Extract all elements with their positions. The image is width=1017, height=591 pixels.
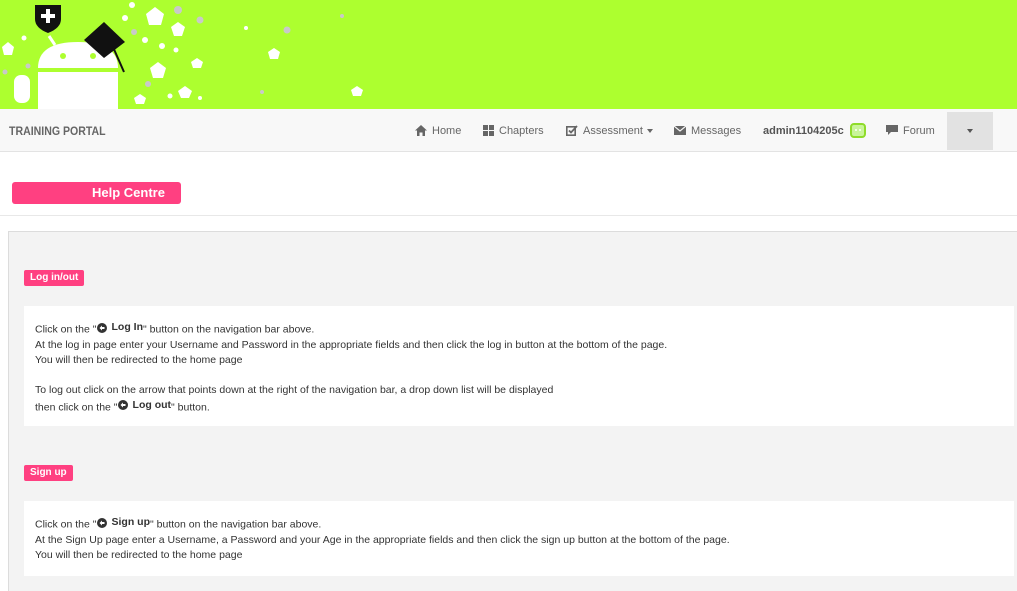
- android-graduate-icon: [14, 22, 125, 109]
- login-line-4: To log out click on the arrow that point…: [35, 383, 554, 396]
- login-line-3: You will then be redirected to the home …: [35, 353, 243, 366]
- nav-home[interactable]: Home: [415, 109, 461, 152]
- signup-button-ref: Sign up: [96, 515, 151, 530]
- nav-forum-label: Forum: [903, 124, 935, 137]
- chapters-grid-icon: [483, 125, 494, 136]
- signup-button-ref-label: Sign up: [111, 516, 151, 528]
- nav-forum[interactable]: Forum: [886, 109, 935, 152]
- nav-messages-label: Messages: [691, 124, 742, 137]
- nav-chapters[interactable]: Chapters: [483, 109, 544, 152]
- logout-button-ref-label: Log out: [132, 398, 172, 411]
- login-button-ref-label: Log In: [111, 321, 144, 333]
- chevron-down-icon: [967, 129, 973, 133]
- assessment-check-icon: [566, 125, 578, 136]
- login-button-ref: Log In: [96, 320, 144, 335]
- login-line-5: then click on the " Log out " button.: [35, 398, 1014, 416]
- login-line-1-pre: Click on the ": [35, 323, 97, 336]
- chevron-down-icon: [646, 128, 653, 133]
- home-icon: [415, 125, 427, 136]
- nav-messages[interactable]: Messages: [674, 109, 741, 152]
- nav-home-label: Home: [432, 124, 462, 137]
- banner-art: [2, 2, 363, 109]
- circle-arrow-icon: [96, 322, 107, 333]
- logout-button-ref: Log out: [117, 398, 172, 413]
- page-title: Help Centre: [12, 182, 181, 204]
- header-banner: [0, 0, 1017, 109]
- signup-card: Click on the " Sign up " button on the nav…: [24, 501, 1014, 576]
- signup-line-3: You will then be redirected to the home …: [35, 548, 243, 561]
- login-line-1-post: " button on the navigation bar above.: [143, 323, 315, 336]
- login-line-2: At the log in page enter your Username a…: [35, 338, 668, 351]
- nav-assessment-label: Assessment: [583, 124, 643, 137]
- nav-user[interactable]: admin1104205c: [763, 109, 866, 152]
- login-line-5-post: " button.: [171, 401, 210, 413]
- login-line-5-pre: then click on the ": [35, 401, 118, 413]
- user-badge-icon: [849, 123, 866, 138]
- signup-line-2: At the Sign Up page enter a Username, a …: [35, 533, 730, 546]
- circle-arrow-icon: [96, 517, 107, 528]
- circle-arrow-icon: [117, 400, 128, 410]
- login-line-1: Click on the " Log In " button on the navi…: [35, 320, 1014, 338]
- login-card: Click on the " Log In " button on the navi…: [24, 306, 1014, 426]
- section-tag-signup: Sign up: [24, 465, 73, 481]
- nav-chapters-label: Chapters: [499, 124, 544, 137]
- nav-assessment[interactable]: Assessment: [566, 109, 653, 152]
- title-divider: [0, 215, 1017, 216]
- signup-line-1: Click on the " Sign up " button on the nav…: [35, 515, 1014, 533]
- nav-dropdown-toggle[interactable]: [947, 112, 993, 150]
- brand-title[interactable]: TRAINING PORTAL: [9, 124, 106, 138]
- forum-comment-icon: [886, 125, 898, 135]
- swiss-shield-icon: [35, 5, 61, 33]
- nav-user-label: admin1104205c: [763, 124, 844, 137]
- signup-line-1-pre: Click on the ": [35, 518, 97, 531]
- section-tag-login: Log in/out: [24, 270, 85, 286]
- signup-line-1-post: " button on the navigation bar above.: [150, 518, 322, 531]
- messages-envelope-icon: [674, 126, 686, 135]
- top-navbar: TRAINING PORTAL Home Chapters Assessment…: [0, 109, 1017, 152]
